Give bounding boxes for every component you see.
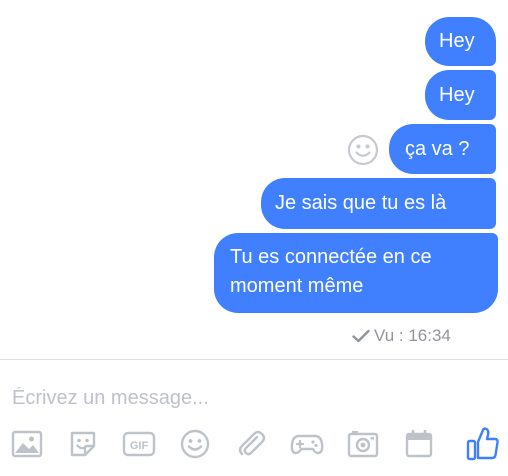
like-button[interactable] xyxy=(464,424,502,464)
attachment-button[interactable] xyxy=(234,427,268,461)
checkmark-icon xyxy=(352,329,370,343)
camera-icon xyxy=(347,431,379,458)
message-text: Je sais que tu es là xyxy=(275,192,447,214)
message-text: Hey xyxy=(439,30,475,52)
emoji-button[interactable] xyxy=(178,427,212,461)
calendar-button[interactable] xyxy=(402,427,436,461)
photo-button[interactable] xyxy=(10,427,44,461)
gif-button[interactable]: GIF xyxy=(122,427,156,461)
attachment-icon xyxy=(238,430,266,456)
message-text: Hey xyxy=(439,84,475,106)
emoji-icon xyxy=(180,429,210,459)
sticker-icon xyxy=(70,431,96,457)
chat-window: Hey Hey ça va ? Je sais que tu es là Tu … xyxy=(0,0,508,476)
outgoing-message[interactable]: Hey xyxy=(425,17,496,66)
outgoing-message[interactable]: ça va ? xyxy=(389,124,496,174)
svg-text:GIF: GIF xyxy=(130,440,149,452)
outgoing-message[interactable]: Je sais que tu es là xyxy=(261,178,496,229)
message-input[interactable] xyxy=(12,383,492,413)
message-text: Tu es connectée en ce moment même xyxy=(230,246,432,297)
camera-button[interactable] xyxy=(346,427,380,461)
outgoing-message[interactable]: Hey xyxy=(425,70,496,120)
reaction-smiley-icon[interactable] xyxy=(347,134,379,166)
gif-icon: GIF xyxy=(122,431,156,457)
photo-icon xyxy=(11,430,43,458)
message-text: ça va ? xyxy=(405,138,470,160)
sticker-button[interactable] xyxy=(66,427,100,461)
calendar-icon xyxy=(405,429,433,458)
outgoing-message[interactable]: Tu es connectée en ce moment même xyxy=(214,233,498,313)
game-button[interactable] xyxy=(290,427,324,461)
game-icon xyxy=(290,434,324,455)
seen-text: Vu : 16:34 xyxy=(374,326,451,345)
composer-divider xyxy=(0,359,508,360)
like-icon xyxy=(466,427,499,461)
seen-status: Vu : 16:34 xyxy=(352,325,451,347)
